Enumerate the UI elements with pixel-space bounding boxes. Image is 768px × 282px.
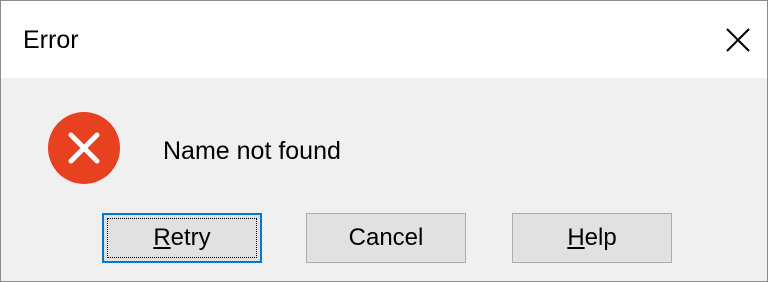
focus-ring <box>107 218 257 258</box>
help-label-rest: elp <box>584 224 617 251</box>
error-icon <box>48 112 120 184</box>
error-message: Name not found <box>163 137 341 165</box>
error-dialog: Error Name not found Retry Cancel Help <box>0 0 768 282</box>
window-title: Error <box>23 26 79 54</box>
cancel-button[interactable]: Cancel <box>306 213 466 263</box>
title-bar: Error <box>1 1 767 78</box>
retry-button[interactable]: Retry <box>102 213 262 263</box>
close-button[interactable] <box>709 1 767 78</box>
help-mnemonic: H <box>567 224 585 251</box>
cancel-label: Cancel <box>348 224 424 251</box>
close-icon <box>726 27 750 52</box>
help-button[interactable]: Help <box>512 213 672 263</box>
help-label: Help <box>567 224 616 252</box>
